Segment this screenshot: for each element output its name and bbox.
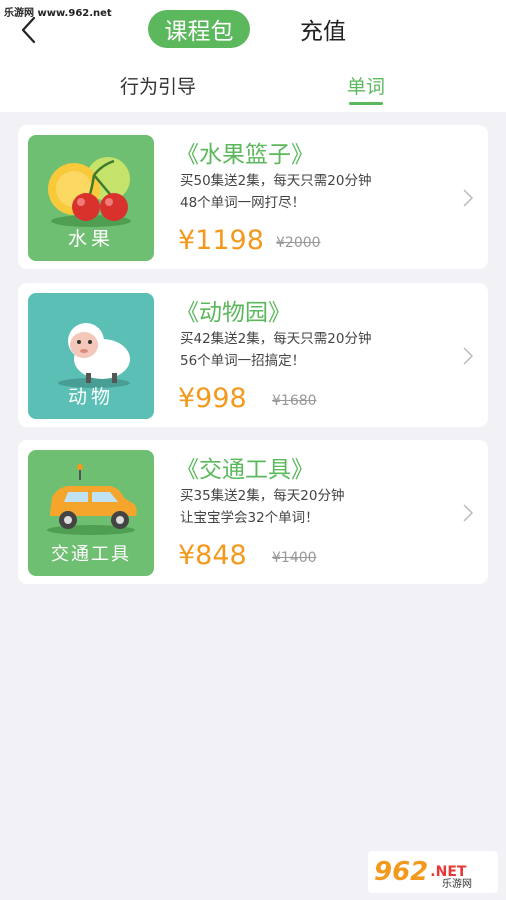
course-card-zoo[interactable]: 动物 《动物园》 买42集送2集，每天只需20分钟 56个单词一招搞定！ ¥99… xyxy=(18,283,488,427)
watermark-text: 乐游网 www.962.net xyxy=(4,8,112,19)
course-thumbnail: 动物 xyxy=(28,293,154,419)
watermark-logo: 962 .NET 乐游网 xyxy=(368,851,498,893)
course-title: 《动物园》 xyxy=(176,300,291,326)
course-thumbnail: 交通工具 xyxy=(28,450,154,576)
thumbnail-label: 交通工具 xyxy=(51,544,131,565)
chevron-right-icon xyxy=(463,189,474,207)
course-original-price: ¥2000 xyxy=(276,235,321,251)
course-description-line: 让宝宝学会32个单词！ xyxy=(180,510,319,526)
course-original-price: ¥1680 xyxy=(272,393,317,409)
course-description-line: 56个单词一招搞定！ xyxy=(180,353,306,369)
tab-course-package[interactable]: 课程包 xyxy=(148,10,250,48)
course-title: 《水果篮子》 xyxy=(176,142,314,168)
chevron-right-icon xyxy=(463,504,474,522)
chevron-left-icon xyxy=(21,16,36,44)
course-price: ¥998 xyxy=(178,383,247,414)
active-subtab-indicator xyxy=(349,102,383,105)
subtab-words[interactable]: 单词 xyxy=(347,72,385,99)
course-price: ¥1198 xyxy=(178,225,264,256)
course-description: 买35集送2集，每天20分钟 让宝宝学会32个单词！ xyxy=(180,485,344,529)
thumbnail-label: 水果 xyxy=(67,228,114,250)
course-price: ¥848 xyxy=(178,540,247,571)
watermark-cn: 乐游网 xyxy=(442,879,472,890)
course-title: 《交通工具》 xyxy=(176,457,314,483)
course-description-line: 买50集送2集，每天只需20分钟 xyxy=(180,173,372,189)
course-description-line: 买35集送2集，每天20分钟 xyxy=(180,488,345,504)
tab-recharge[interactable]: 充值 xyxy=(288,10,358,48)
subtab-behavior-guide[interactable]: 行为引导 xyxy=(120,72,196,99)
course-thumbnail: 水果 xyxy=(28,135,154,261)
thumbnail-label: 动物 xyxy=(67,386,114,408)
watermark-number: 962 xyxy=(374,857,429,887)
course-description-line: 买42集送2集，每天只需20分钟 xyxy=(180,331,372,347)
course-card-transport[interactable]: 交通工具 《交通工具》 买35集送2集，每天20分钟 让宝宝学会32个单词！ ¥… xyxy=(18,440,488,584)
course-description-line: 48个单词一网打尽！ xyxy=(180,195,306,211)
chevron-right-icon xyxy=(463,347,474,365)
course-original-price: ¥1400 xyxy=(272,550,317,566)
course-card-fruit[interactable]: 水果 《水果篮子》 买50集送2集，每天只需20分钟 48个单词一网打尽！ ¥1… xyxy=(18,125,488,269)
course-description: 买50集送2集，每天只需20分钟 48个单词一网打尽！ xyxy=(180,170,371,214)
course-description: 买42集送2集，每天只需20分钟 56个单词一招搞定！ xyxy=(180,328,371,372)
